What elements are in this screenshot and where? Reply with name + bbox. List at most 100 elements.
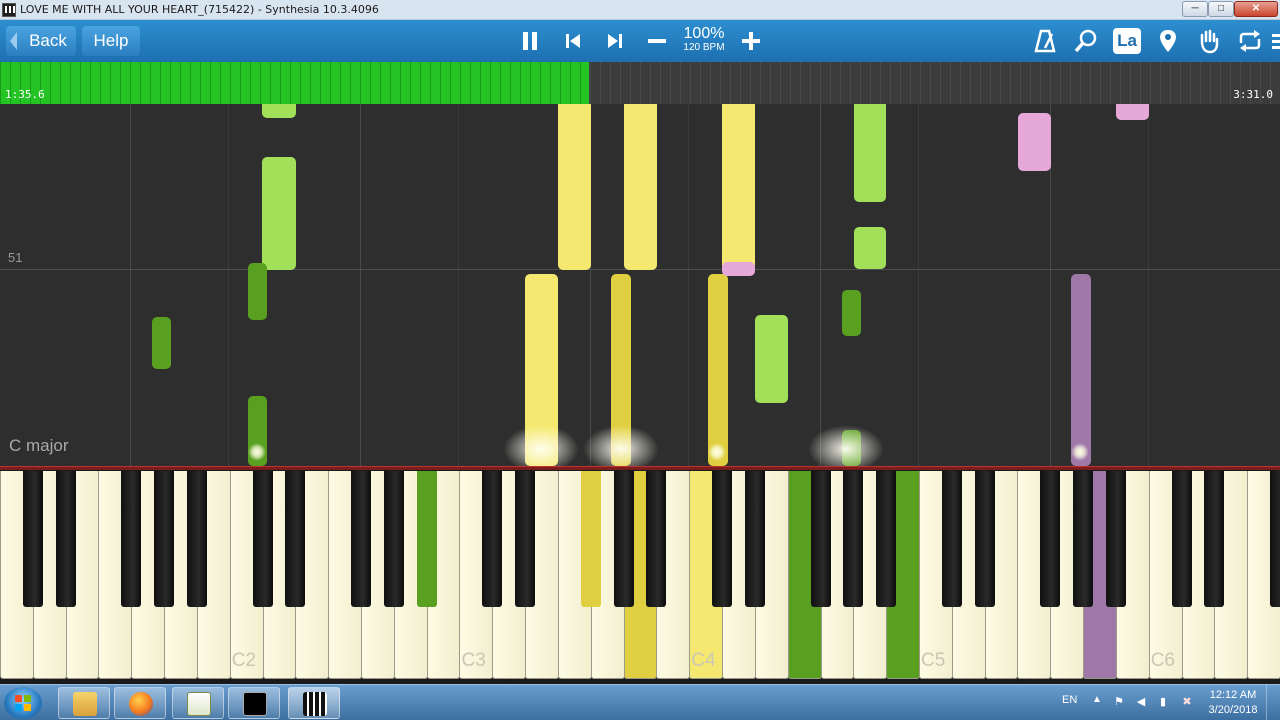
plus-icon[interactable] [737,28,765,54]
black-key[interactable] [1073,471,1094,607]
timeline-scrubber[interactable]: 1:35.6 3:31.0 [0,62,1280,104]
menu-icon[interactable] [1268,28,1280,54]
black-key[interactable] [121,471,142,607]
command-prompt-icon [243,692,267,716]
octave-line [130,104,131,466]
black-key[interactable] [1105,471,1126,607]
black-key[interactable] [1204,471,1225,607]
black-key[interactable] [1040,471,1061,607]
black-key[interactable] [580,471,601,607]
note-label-icon[interactable]: La [1113,28,1141,54]
speed-readout: 100% 120 BPM [678,26,730,54]
key-hit-glow [808,425,884,466]
black-key[interactable] [613,471,634,607]
black-key[interactable] [252,471,273,607]
notepad-icon [187,692,211,716]
back-arrow-icon [10,32,17,50]
falling-note [722,104,755,270]
black-key[interactable] [1270,471,1280,607]
show-desktop-button[interactable] [1266,685,1280,720]
octave-line [820,104,821,466]
minimize-button[interactable]: ─ [1182,1,1208,17]
black-key[interactable] [154,471,175,607]
black-key[interactable] [285,471,306,607]
black-key[interactable] [810,471,831,607]
speed-percent: 100% [683,25,725,42]
octave-label: C3 [461,650,486,671]
taskbar-cmd[interactable] [228,687,280,719]
falling-note [1018,113,1051,171]
falling-note [854,104,886,202]
black-key[interactable] [416,471,437,607]
black-key[interactable] [744,471,765,607]
metronome-icon[interactable] [1031,28,1059,54]
falling-note [624,104,657,270]
black-key[interactable] [186,471,207,607]
black-key[interactable] [482,471,503,607]
black-key[interactable] [1171,471,1192,607]
key-hit-glow [503,425,579,466]
black-key[interactable] [941,471,962,607]
language-indicator[interactable]: EN [1062,694,1077,706]
key-hit-spark [248,443,266,461]
location-pin-icon[interactable] [1154,28,1182,54]
hand-icon[interactable] [1195,28,1223,54]
black-key[interactable] [515,471,536,607]
black-key[interactable] [974,471,995,607]
key-hit-glow [583,425,659,466]
back-button-label: Back [29,31,67,50]
back-button[interactable]: Back [6,26,76,56]
firefox-icon [129,692,153,716]
falling-note [262,104,296,118]
black-key[interactable] [351,471,372,607]
system-clock[interactable]: 12:12 AM 3/20/2018 [1204,688,1262,718]
skip-back-icon[interactable] [559,28,587,54]
synthesia-app-icon [2,3,16,17]
close-window-button[interactable]: ✕ [1234,1,1278,17]
magnifier-icon[interactable] [1072,28,1100,54]
octave-label: C5 [920,650,946,671]
windows-logo-icon [15,695,31,711]
key-signature: C major [9,436,69,455]
volume-icon[interactable]: ◀ [1134,695,1148,709]
falling-note [558,104,591,270]
taskbar-firefox[interactable] [114,687,166,719]
falling-note [262,157,296,270]
pause-icon[interactable] [516,28,544,54]
windows-explorer-icon [73,692,97,716]
taskbar-synthesia[interactable] [288,687,340,719]
black-key[interactable] [876,471,897,607]
maximize-button[interactable]: □ [1208,1,1234,17]
action-center-icon[interactable]: ⚑ [1112,695,1126,709]
falling-note [708,274,728,466]
show-hidden-icons[interactable]: ▲ [1092,694,1102,705]
minus-icon[interactable] [643,28,671,54]
black-key[interactable] [843,471,864,607]
fifth-line [918,104,919,466]
black-key[interactable] [55,471,76,607]
start-button[interactable] [4,687,42,719]
black-key[interactable] [383,471,404,607]
current-time: 1:35.6 [5,88,45,101]
black-key[interactable] [646,471,667,607]
piano-keyboard[interactable]: C2 C3 C4 C5 C6 [0,466,1280,684]
tempo-bpm: 120 BPM [683,42,725,53]
black-key[interactable] [22,471,43,607]
loop-icon[interactable] [1236,28,1264,54]
help-button[interactable]: Help [82,26,140,56]
octave-label: C2 [231,650,257,671]
falling-note [854,227,886,269]
network-error-icon[interactable]: ✖ [1180,695,1194,709]
taskbar-explorer[interactable] [58,687,110,719]
falling-note [722,262,755,276]
network-signal-icon[interactable]: ▮ [1156,695,1170,709]
skip-forward-icon[interactable] [601,28,629,54]
falling-note [1116,104,1149,120]
fifth-line [688,104,689,466]
window-title: LOVE ME WITH ALL YOUR HEART_(715422) - S… [20,3,379,16]
taskbar-notepad[interactable] [172,687,224,719]
falling-note [248,263,267,320]
black-key[interactable] [712,471,733,607]
window-title-bar: LOVE ME WITH ALL YOUR HEART_(715422) - S… [0,0,1280,20]
windows-taskbar: EN ▲ ⚑ ◀ ▮ ✖ 12:12 AM 3/20/2018 [0,684,1280,720]
